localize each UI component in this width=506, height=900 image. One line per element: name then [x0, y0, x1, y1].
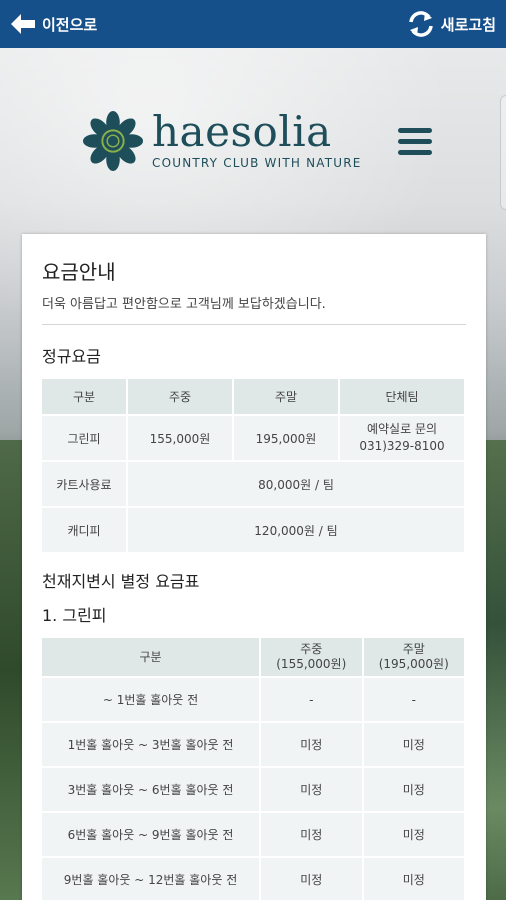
weekday-value: 미정	[261, 813, 362, 856]
menu-line	[398, 139, 432, 144]
row-label: 6번홀 홀아웃 ~ 9번홀 홀아웃 전	[42, 813, 260, 856]
side-drawer-edge	[500, 95, 506, 210]
page-title: 요금안내	[42, 260, 116, 284]
refresh-button[interactable]: 새로고침	[407, 10, 496, 38]
regular-fee-title: 정규요금	[42, 347, 101, 366]
header-weekend-price: (195,000원)	[378, 657, 449, 671]
background-trees-right	[486, 440, 506, 900]
back-arrow-icon	[11, 14, 35, 34]
table-header-row: 구분 주중 주말 단체팀	[42, 379, 464, 414]
refresh-icon	[409, 11, 433, 37]
menu-line	[398, 150, 432, 155]
table-row: ~ 1번홀 홀아웃 전 - -	[42, 678, 464, 721]
disaster-fee-table: 구분 주중 (155,000원) 주말 (195,000원) ~ 1번홀 홀아웃…	[40, 636, 466, 900]
weekend-value: 미정	[363, 768, 464, 811]
header-weekend: 주말	[234, 379, 338, 414]
weekday-value: 미정	[261, 858, 362, 900]
header-weekday-price: (155,000원)	[276, 657, 347, 671]
row-label: ~ 1번홀 홀아웃 전	[42, 678, 260, 721]
weekend-value: 미정	[363, 858, 464, 900]
disaster-subtitle: 1. 그린피	[42, 606, 107, 625]
header-category: 구분	[42, 379, 126, 414]
group-inquiry-text: 예약실로 문의	[366, 422, 438, 436]
row-label: 캐디피	[42, 508, 126, 552]
row-label: 3번홀 홀아웃 ~ 6번홀 홀아웃 전	[42, 768, 260, 811]
site-logo[interactable]: haesolia COUNTRY CLUB WITH NATURE	[82, 110, 362, 172]
header-category: 구분	[42, 638, 260, 676]
table-row: 캐디피 120,000원 / 팀	[42, 508, 464, 552]
table-row: 3번홀 홀아웃 ~ 6번홀 홀아웃 전 미정 미정	[42, 768, 464, 811]
row-label: 1번홀 홀아웃 ~ 3번홀 홀아웃 전	[42, 723, 260, 766]
group-phone[interactable]: 031)329-8100	[340, 438, 464, 455]
header-weekday: 주중 (155,000원)	[261, 638, 362, 676]
hamburger-menu-icon[interactable]	[398, 128, 432, 158]
regular-fee-table: 구분 주중 주말 단체팀 그린피 155,000원 195,000원 예약실로 …	[40, 377, 466, 554]
back-label: 이전으로	[42, 15, 98, 34]
table-header-row: 구분 주중 (155,000원) 주말 (195,000원)	[42, 638, 464, 676]
table-row: 카트사용료 80,000원 / 팀	[42, 462, 464, 506]
header-group: 단체팀	[340, 379, 464, 414]
header-weekday: 주중	[128, 379, 232, 414]
row-label: 9번홀 홀아웃 ~ 12번홀 홀아웃 전	[42, 858, 260, 900]
group-inquiry: 예약실로 문의 031)329-8100	[340, 416, 464, 460]
disaster-fee-title: 천재지변시 별정 요금표	[42, 572, 200, 591]
weekday-value: -	[261, 678, 362, 721]
table-row: 9번홀 홀아웃 ~ 12번홀 홀아웃 전 미정 미정	[42, 858, 464, 900]
weekday-value: 미정	[261, 768, 362, 811]
content-card: 요금안내 더욱 아름답고 편안함으로 고객님께 보답하겠습니다. 정규요금 구분…	[22, 234, 486, 900]
page-description: 더욱 아름답고 편안함으로 고객님께 보답하겠습니다.	[42, 293, 466, 325]
background-trees-left	[0, 440, 24, 900]
row-label: 그린피	[42, 416, 126, 460]
header-weekend-label: 주말	[402, 642, 425, 656]
table-row: 1번홀 홀아웃 ~ 3번홀 홀아웃 전 미정 미정	[42, 723, 464, 766]
table-row: 그린피 155,000원 195,000원 예약실로 문의 031)329-81…	[42, 416, 464, 460]
header-weekday-label: 주중	[300, 642, 323, 656]
caddie-fee-value: 120,000원 / 팀	[128, 508, 464, 552]
refresh-label: 새로고침	[440, 15, 496, 34]
logo-name: haesolia	[152, 107, 332, 156]
back-button[interactable]: 이전으로	[10, 13, 97, 35]
weekend-value: -	[363, 678, 464, 721]
weekend-price: 195,000원	[234, 416, 338, 460]
logo-tagline: COUNTRY CLUB WITH NATURE	[152, 156, 362, 170]
table-row: 6번홀 홀아웃 ~ 9번홀 홀아웃 전 미정 미정	[42, 813, 464, 856]
weekend-value: 미정	[363, 723, 464, 766]
cart-fee-value: 80,000원 / 팀	[128, 462, 464, 506]
menu-line	[398, 128, 432, 133]
weekday-price: 155,000원	[128, 416, 232, 460]
logo-emblem-icon	[82, 110, 144, 172]
weekend-value: 미정	[363, 813, 464, 856]
row-label: 카트사용료	[42, 462, 126, 506]
header-weekend: 주말 (195,000원)	[363, 638, 464, 676]
weekday-value: 미정	[261, 723, 362, 766]
top-bar: 이전으로 새로고침	[0, 0, 506, 48]
